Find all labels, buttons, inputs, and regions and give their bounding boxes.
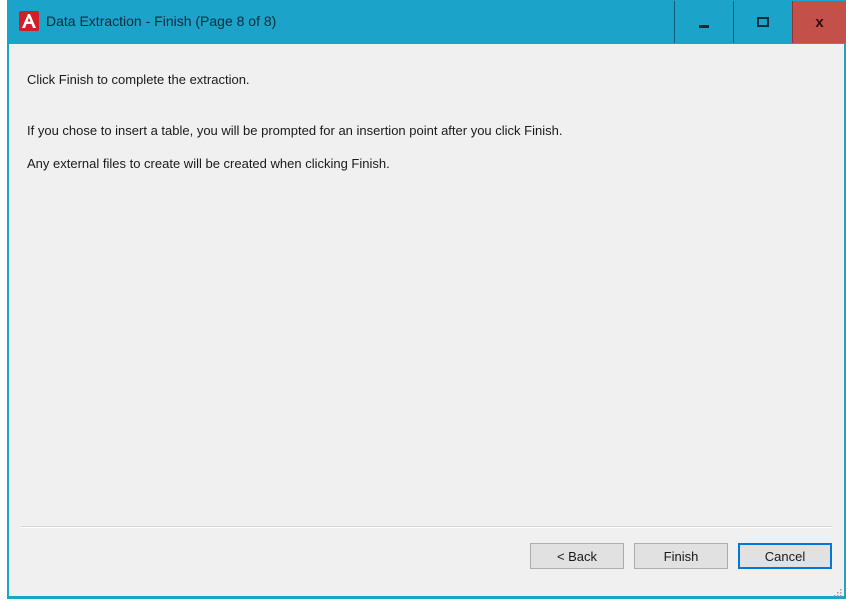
minimize-icon	[699, 24, 709, 28]
maximize-icon	[757, 17, 769, 27]
minimize-button[interactable]	[674, 1, 733, 43]
close-icon: x	[815, 13, 824, 31]
finish-button[interactable]: Finish	[634, 543, 728, 569]
window-title: Data Extraction - Finish (Page 8 of 8)	[46, 13, 277, 29]
autocad-a-icon	[19, 11, 39, 31]
external-files-note: Any external files to create will be cre…	[27, 156, 390, 171]
back-button[interactable]: < Back	[530, 543, 624, 569]
dialog-content: Click Finish to complete the extraction.…	[9, 44, 844, 597]
footer-separator	[21, 526, 832, 528]
dialog-window: Data Extraction - Finish (Page 8 of 8) x…	[7, 0, 846, 599]
table-insertion-note: If you chose to insert a table, you will…	[27, 123, 563, 138]
instruction-text: Click Finish to complete the extraction.	[27, 72, 250, 87]
resize-grip-icon[interactable]	[832, 584, 842, 597]
cancel-button[interactable]: Cancel	[738, 543, 832, 569]
close-button[interactable]: x	[792, 1, 846, 43]
maximize-button[interactable]	[733, 1, 792, 43]
title-bar[interactable]: Data Extraction - Finish (Page 8 of 8) x	[9, 0, 846, 44]
